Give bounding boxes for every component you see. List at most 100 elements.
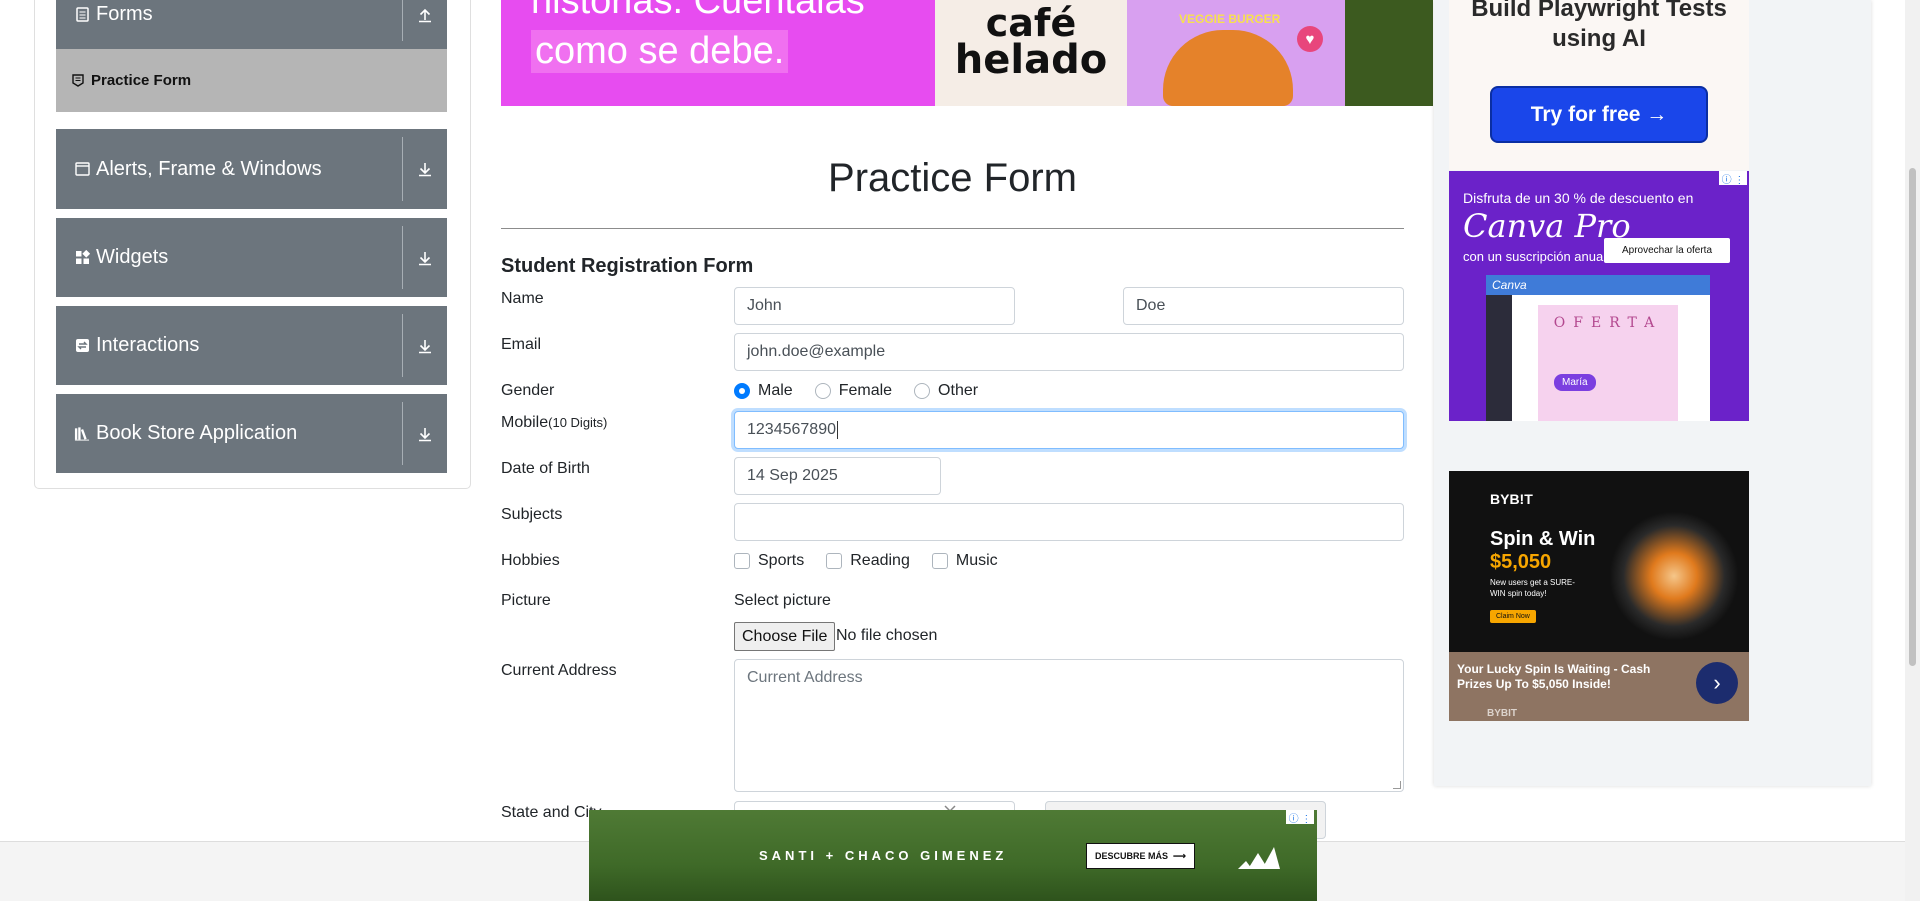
- ad-panel-cafe: café helado: [935, 0, 1127, 106]
- sidebar-item-practice-form[interactable]: Practice Form: [56, 49, 447, 112]
- ad-sidebar: [1486, 295, 1512, 421]
- sidebar-group-label: Widgets: [96, 246, 169, 268]
- ad-text: VEGGIE BURGER: [1179, 12, 1281, 26]
- ad-logo: BYB!T: [1490, 491, 1533, 507]
- gender-male-option[interactable]: Male: [734, 382, 793, 400]
- canva-ad[interactable]: Disfruta de un 30 % de descuento en Canv…: [1449, 171, 1749, 421]
- sidebar-group-alerts[interactable]: Alerts, Frame & Windows: [56, 129, 447, 209]
- sidebar-group-bookstore[interactable]: Book Store Application: [56, 394, 447, 473]
- interactions-icon: [74, 338, 90, 354]
- radio-label: Female: [838, 382, 893, 399]
- sidebar-group-label: Alerts, Frame & Windows: [96, 157, 322, 180]
- address-placeholder: Current Address: [747, 669, 863, 686]
- page: Forms Practice Form Alerts, Frame & Wind…: [0, 0, 1920, 901]
- sidebar-group-label: Interactions: [96, 334, 200, 356]
- dob-input[interactable]: 14 Sep 2025: [734, 457, 941, 495]
- current-address-textarea[interactable]: Current Address: [734, 659, 1404, 792]
- scrollbar[interactable]: [1905, 0, 1920, 901]
- last-name-value: Doe: [1136, 297, 1166, 314]
- checkbox-label: Reading: [850, 552, 910, 569]
- file-status: No file chosen: [836, 627, 938, 644]
- canva-cta-button[interactable]: Aprovechar la oferta: [1604, 238, 1730, 263]
- gender-female-option[interactable]: Female: [814, 382, 893, 400]
- first-name-input[interactable]: John: [734, 287, 1015, 325]
- mobile-input[interactable]: 1234567890: [734, 411, 1404, 449]
- expand-arrow-icon[interactable]: [403, 161, 447, 177]
- checkbox[interactable]: [931, 553, 948, 569]
- scrollbar-thumb[interactable]: [1909, 168, 1916, 666]
- sidebar-item-label: Practice Form: [91, 72, 192, 89]
- adidas-logo-icon: [1236, 843, 1282, 871]
- ad-text: Canva: [1486, 275, 1710, 295]
- adidas-ad[interactable]: SANTI + CHACO GIMENEZ DESCUBRE MÁS ⟶ ⓘ ⋮: [589, 810, 1317, 901]
- gender-radio-group: Male Female Other: [734, 382, 1000, 400]
- mobile-label: Mobile(10 Digits): [501, 414, 607, 432]
- playwright-ad[interactable]: Build Playwright Tests using AI Try for …: [1449, 0, 1749, 170]
- top-banner-ad[interactable]: historias. Cuéntalas como se debe. café …: [501, 0, 1433, 106]
- burger-image: [1163, 30, 1293, 106]
- claim-now-button[interactable]: Claim Now: [1490, 610, 1536, 623]
- widgets-icon: [74, 250, 90, 266]
- ad-headline: Build Playwright Tests using AI: [1471, 0, 1727, 52]
- adchoices-icon[interactable]: ⓘ ⋮: [1719, 171, 1747, 186]
- window-icon: [74, 161, 90, 177]
- ad-text: SANTI + CHACO GIMENEZ: [759, 848, 1008, 863]
- spin-wheel-image: [1609, 511, 1739, 641]
- radio-label: Other: [938, 382, 979, 399]
- name-label: Name: [501, 290, 544, 307]
- sidebar-group-widgets[interactable]: Widgets: [56, 218, 447, 297]
- ad-text: New users get a SURE-WIN spin today!: [1490, 578, 1575, 598]
- radio-button[interactable]: [914, 383, 931, 399]
- ad-screen-mockup: Canva OFERTA: [1486, 275, 1710, 421]
- expand-arrow-icon[interactable]: [403, 426, 447, 442]
- radio-button[interactable]: [814, 383, 831, 399]
- last-name-input[interactable]: Doe: [1123, 287, 1404, 325]
- radio-label: Male: [758, 382, 793, 399]
- hobby-reading-option[interactable]: Reading: [826, 552, 910, 570]
- heart-icon: ♥: [1297, 26, 1323, 52]
- mobile-hint: (10 Digits): [548, 415, 608, 430]
- picture-label: Picture: [501, 592, 551, 609]
- expand-arrow-icon[interactable]: [403, 250, 447, 266]
- address-label: Current Address: [501, 662, 617, 679]
- email-input[interactable]: john.doe@example: [734, 333, 1404, 371]
- ad-card: OFERTA: [1538, 305, 1678, 421]
- radio-button[interactable]: [734, 383, 750, 399]
- ad-text-line: como se debe.: [531, 30, 789, 73]
- chevron-right-icon[interactable]: ›: [1696, 662, 1738, 704]
- checkbox[interactable]: [734, 553, 750, 569]
- state-city-label: State and City: [501, 804, 602, 821]
- page-title: Practice Form: [828, 156, 1077, 200]
- collapse-arrow-icon[interactable]: [403, 7, 447, 23]
- ad-text: Disfruta de un 30 % de descuento en: [1463, 190, 1694, 206]
- checkbox-label: Music: [955, 552, 998, 569]
- adchoices-icon[interactable]: ⓘ ⋮: [1286, 810, 1314, 825]
- ad-amount: $5,050: [1490, 551, 1552, 573]
- checkbox[interactable]: [826, 553, 843, 569]
- hobbies-label: Hobbies: [501, 552, 560, 569]
- sidebar-group-interactions[interactable]: Interactions: [56, 306, 447, 385]
- descubre-mas-button[interactable]: DESCUBRE MÁS ⟶: [1086, 843, 1195, 869]
- resize-handle-icon[interactable]: [1393, 781, 1401, 789]
- try-for-free-button[interactable]: Try for free →: [1490, 86, 1708, 143]
- hobby-music-option[interactable]: Music: [931, 552, 998, 570]
- dob-value: 14 Sep 2025: [747, 467, 838, 484]
- ad-panel-food: [1345, 0, 1433, 106]
- bybit-ad[interactable]: BYB!T Spin & Win $5,050 New users get a …: [1449, 471, 1749, 721]
- ad-text: con un suscripción anual: [1463, 249, 1607, 264]
- books-icon: [74, 426, 90, 442]
- hobby-sports-option[interactable]: Sports: [734, 552, 804, 570]
- ad-panel-burger: VEGGIE BURGER ♥: [1127, 0, 1345, 106]
- gender-other-option[interactable]: Other: [914, 382, 978, 400]
- ad-text-line: historias. Cuéntalas: [531, 0, 865, 22]
- first-name-value: John: [747, 297, 782, 314]
- expand-arrow-icon[interactable]: [403, 338, 447, 354]
- sidebar-group-forms[interactable]: Forms: [56, 0, 447, 49]
- subjects-input[interactable]: [734, 503, 1404, 541]
- ad-text: helado: [954, 37, 1108, 83]
- select-picture-label: Select picture: [734, 592, 831, 609]
- mobile-label-text: Mobile: [501, 414, 549, 431]
- choose-file-button[interactable]: Choose File: [734, 622, 836, 651]
- divider: [501, 228, 1404, 229]
- form-title: Student Registration Form: [501, 255, 754, 277]
